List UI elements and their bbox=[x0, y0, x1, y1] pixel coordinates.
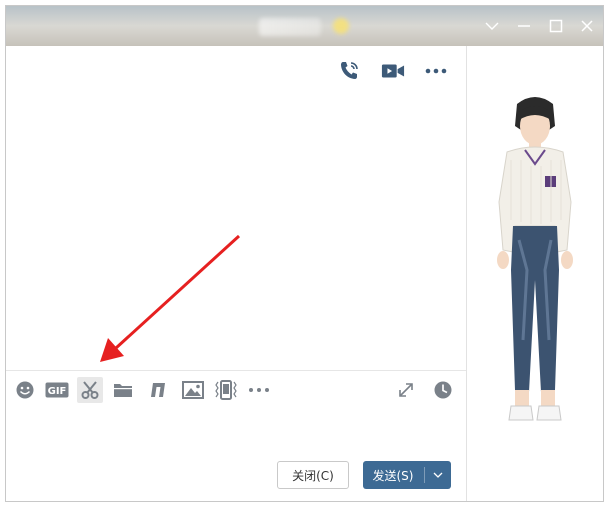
shake-button[interactable] bbox=[213, 377, 239, 403]
close-window-button[interactable] bbox=[577, 16, 597, 36]
maximize-icon bbox=[549, 19, 563, 33]
chat-window: GIF 关闭(C) 发送(S) bbox=[5, 5, 604, 502]
shake-icon bbox=[215, 380, 237, 400]
close-icon bbox=[581, 20, 593, 32]
expand-input-button[interactable] bbox=[393, 377, 419, 403]
send-label: 发送(S) bbox=[372, 468, 414, 483]
avatar-figure bbox=[497, 97, 573, 421]
input-toolbar: GIF bbox=[6, 370, 466, 409]
minimize-button[interactable] bbox=[514, 16, 534, 36]
title-bar[interactable] bbox=[6, 6, 603, 46]
music-button[interactable] bbox=[145, 377, 171, 403]
send-button[interactable]: 发送(S) bbox=[363, 461, 451, 489]
chevron-down-icon bbox=[485, 22, 499, 30]
voice-call-icon bbox=[341, 62, 358, 79]
scissors-icon bbox=[81, 381, 99, 399]
message-input-area[interactable] bbox=[6, 409, 466, 455]
send-options-button[interactable] bbox=[425, 461, 451, 489]
chevron-down-icon bbox=[433, 472, 443, 478]
clock-icon bbox=[434, 381, 452, 399]
history-button[interactable] bbox=[430, 377, 456, 403]
gif-icon: GIF bbox=[45, 382, 69, 398]
video-call-button[interactable] bbox=[381, 59, 405, 83]
gif-button[interactable]: GIF bbox=[44, 377, 70, 403]
more-icon bbox=[425, 68, 447, 74]
minimize-icon bbox=[518, 25, 530, 27]
emoji-icon bbox=[16, 381, 34, 399]
close-button[interactable]: 关闭(C) bbox=[277, 461, 349, 489]
more-icon bbox=[249, 388, 269, 392]
image-icon bbox=[182, 381, 204, 399]
gif-label: GIF bbox=[48, 386, 67, 397]
chat-panel: GIF 关闭(C) 发送(S) bbox=[6, 46, 467, 501]
video-call-icon bbox=[381, 64, 405, 78]
more-actions-button[interactable] bbox=[424, 59, 448, 83]
send-file-button[interactable] bbox=[110, 377, 136, 403]
maximize-button[interactable] bbox=[546, 16, 566, 36]
screenshot-button[interactable] bbox=[77, 377, 103, 403]
image-button[interactable] bbox=[180, 377, 206, 403]
contact-name-blurred bbox=[259, 18, 321, 36]
voice-call-button[interactable] bbox=[337, 59, 361, 83]
dropdown-button[interactable] bbox=[482, 16, 502, 36]
expand-icon bbox=[399, 383, 413, 397]
title-decoration bbox=[333, 18, 349, 34]
emoji-button[interactable] bbox=[12, 377, 38, 403]
music-score-icon bbox=[151, 383, 165, 397]
folder-icon bbox=[114, 384, 132, 397]
avatar-show-panel bbox=[467, 46, 603, 501]
more-tools-button[interactable] bbox=[246, 377, 272, 403]
